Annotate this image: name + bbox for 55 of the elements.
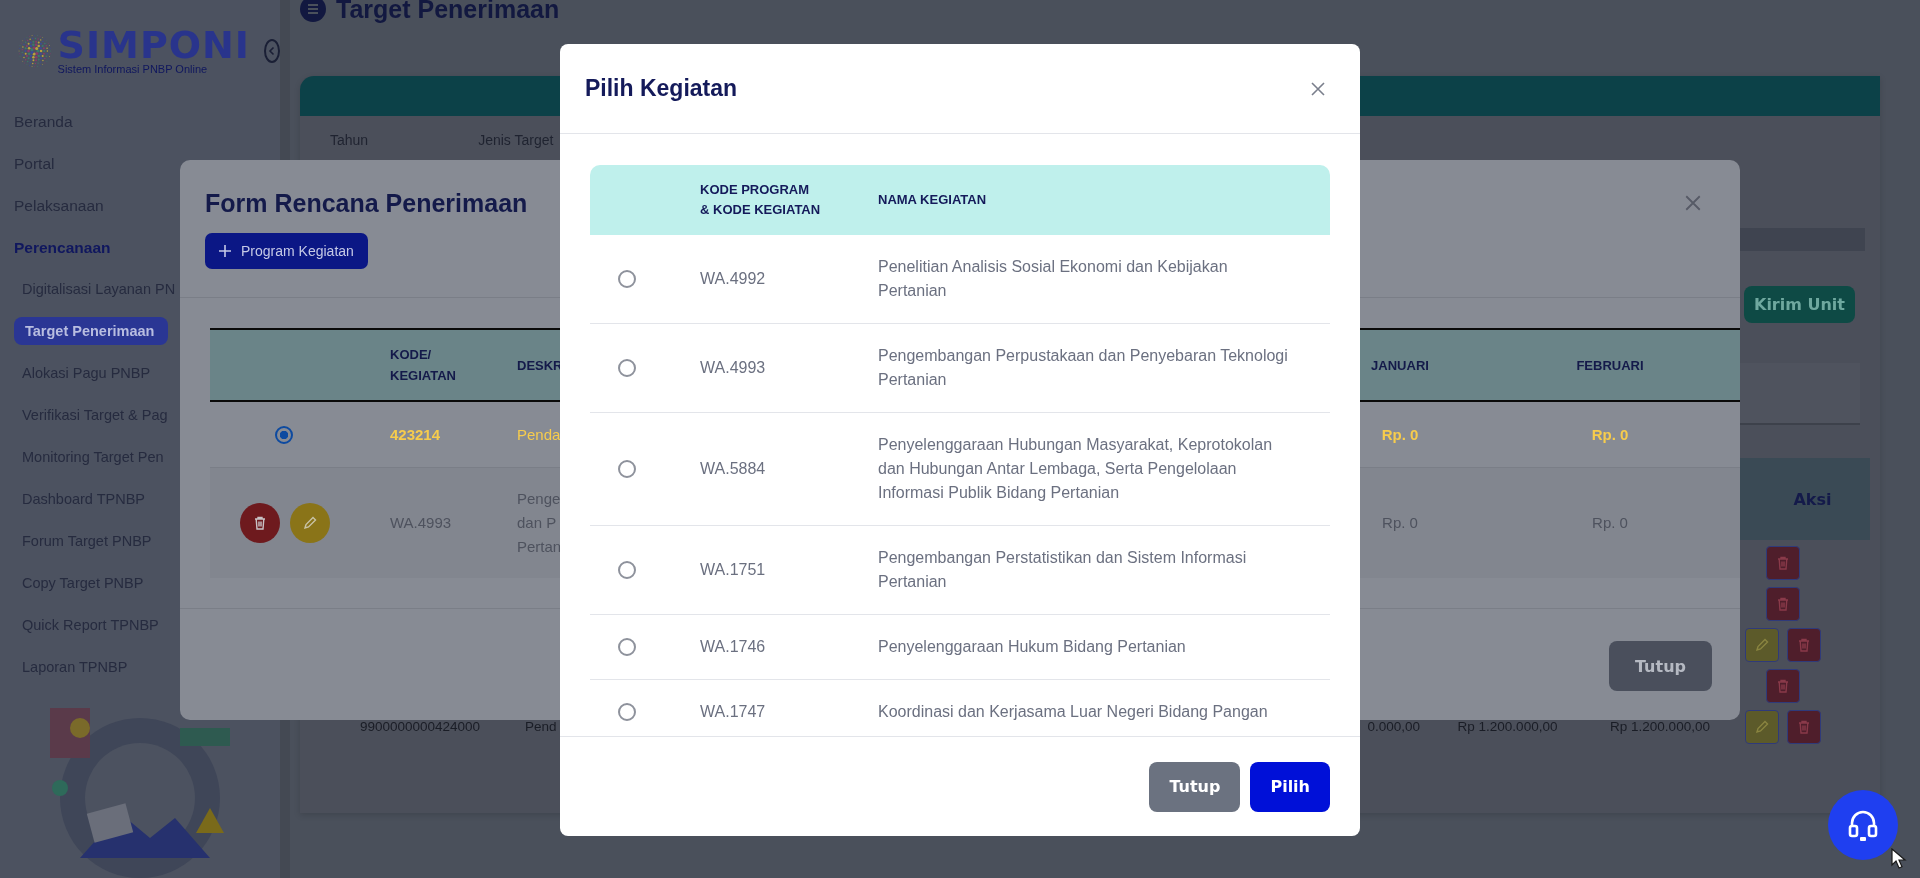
select-button[interactable]: Pilih [1250, 761, 1330, 812]
sidebar-subitem[interactable]: Target Penerimaan [14, 317, 169, 345]
logo-subtitle: Sistem Informasi PNBP Online [57, 63, 209, 75]
close-icon [1310, 80, 1326, 97]
radio-button[interactable] [275, 425, 293, 444]
table-cell-text: WA.5884 [700, 459, 766, 479]
column-header: DESKR [517, 356, 563, 375]
trash-icon [252, 515, 268, 531]
table-cell-text: Koordinasi dan Kerjasama Luar Negeri Bidang Pangan [878, 702, 1268, 722]
pencil-icon [302, 515, 318, 531]
radio-button[interactable] [618, 359, 636, 377]
add-program-button[interactable]: Program Kegiatan [205, 233, 368, 269]
plus-icon [219, 245, 231, 257]
close-button[interactable]: Tutup [1149, 761, 1241, 812]
column-header: JANUARI [1371, 356, 1429, 375]
radio-button[interactable] [618, 703, 636, 721]
table-cell: Rp. 0 [1591, 426, 1629, 443]
edit-button[interactable] [290, 503, 330, 543]
pencil-icon [1753, 636, 1770, 653]
close-button[interactable] [1684, 194, 1702, 212]
modal-title: Pilih Kegiatan [585, 75, 738, 102]
table-cell: Penda [517, 426, 561, 443]
list-icon [300, 0, 326, 22]
table-cell-text: WA.1751 [700, 560, 766, 580]
table-cell-text: Penelitian Analisis Sosial Ekonomi dan Kebijakan Pertanian [878, 257, 1229, 301]
close-button[interactable] [1310, 80, 1326, 97]
column-header: NAMA KEGIATAN [878, 191, 988, 209]
table-cell-text: WA.1746 [700, 637, 766, 657]
pencil-icon [1753, 718, 1770, 735]
column-header: KODE/ KEGIATAN [390, 346, 456, 385]
table-cell-text: WA.4993 [700, 358, 766, 378]
cursor-icon [1890, 848, 1908, 870]
table-cell: 423214 [390, 426, 441, 443]
table-cell-text: WA.4992 [700, 269, 766, 289]
sidebar-item[interactable]: Perencanaan [0, 226, 117, 268]
radio-button[interactable] [618, 561, 636, 579]
radio-button[interactable] [618, 270, 636, 288]
table-cell: Rp. 0 [1381, 426, 1419, 443]
collapse-button[interactable] [264, 39, 280, 63]
table-cell-text: WA.1747 [700, 702, 766, 722]
table-cell-text: Penyelenggaraan Hubungan Masyarakat, Keprotokolan dan Hubungan Antar Lembaga, Serta Pengelolaan Informasi Publik Bidang Pertanian [878, 435, 1274, 503]
send-button[interactable]: Kirim Unit [1744, 286, 1855, 323]
table-cell-text: Penyelenggaraan Hukum Bidang Pertanian [878, 637, 1186, 657]
edit-button[interactable] [1744, 709, 1779, 744]
delete-button[interactable] [240, 503, 280, 543]
modal-title: Form Rencana Penerimaan [205, 188, 528, 218]
table-cell-text: Pengembangan Perpustakaan dan Penyebaran Teknologi Pertanian [878, 346, 1288, 390]
close-button[interactable]: Tutup [1608, 641, 1712, 691]
radio-button[interactable] [618, 638, 636, 656]
radio-button[interactable] [618, 460, 636, 478]
column-header: FEBRUARI [1576, 356, 1644, 375]
table-cell-text: Pengembangan Perstatistikan dan Sistem Informasi Pertanian [878, 548, 1248, 592]
edit-button[interactable] [1744, 627, 1779, 662]
column-header: KODE PROGRAM & KODE KEGIATAN [700, 181, 822, 219]
close-icon [1684, 194, 1702, 212]
